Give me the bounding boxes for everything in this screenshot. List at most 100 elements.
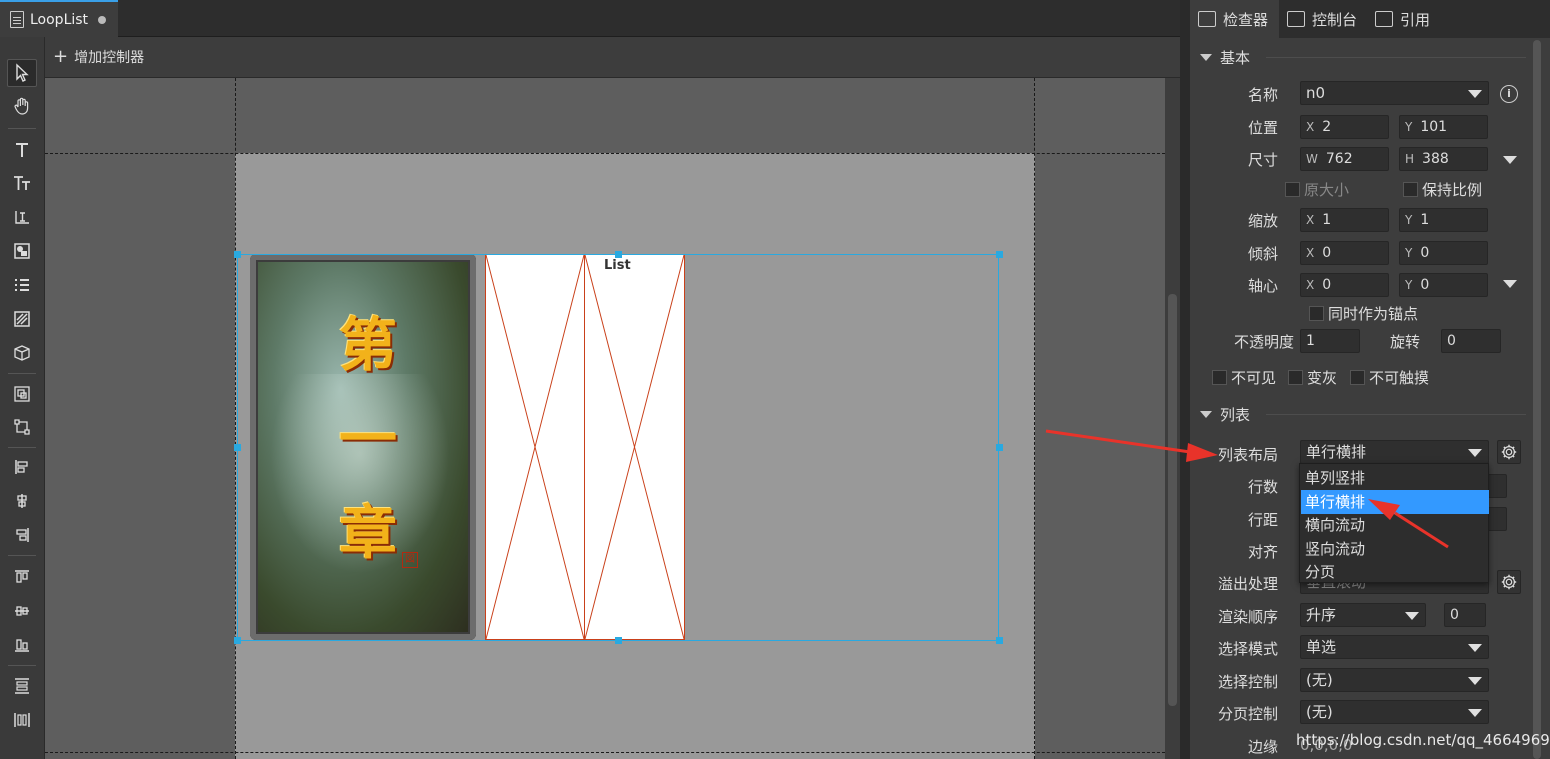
menu-item-single-column[interactable]: 单列竖排 bbox=[1301, 466, 1489, 490]
resize-handle[interactable] bbox=[234, 444, 241, 451]
resize-handle[interactable] bbox=[996, 251, 1003, 258]
tab-console[interactable]: 控制台 bbox=[1279, 0, 1367, 38]
info-icon[interactable]: i bbox=[1500, 85, 1518, 103]
size-options-icon[interactable] bbox=[1503, 156, 1517, 164]
canvas-scrollbar[interactable] bbox=[1165, 78, 1180, 759]
menu-item-single-row[interactable]: 单行横排 bbox=[1301, 490, 1489, 514]
scrollbar-thumb[interactable] bbox=[1168, 294, 1177, 706]
render-order-dropdown[interactable]: 升序 bbox=[1300, 603, 1426, 627]
resize-handle[interactable] bbox=[234, 251, 241, 258]
hand-icon[interactable] bbox=[7, 92, 37, 120]
scale-x-input[interactable]: X1 bbox=[1300, 208, 1389, 232]
scale-x-value: 1 bbox=[1322, 212, 1332, 228]
section-rule bbox=[1266, 414, 1526, 415]
x-prefix: X bbox=[1306, 120, 1315, 134]
image-icon[interactable] bbox=[7, 305, 37, 333]
gear-icon bbox=[1501, 574, 1517, 590]
alpha-input[interactable]: 1 bbox=[1300, 329, 1360, 353]
checkbox-label: 变灰 bbox=[1307, 369, 1338, 387]
collapse-triangle-icon bbox=[1200, 411, 1212, 418]
overflow-settings-button[interactable] bbox=[1497, 570, 1521, 594]
menu-item-flow-horizontal[interactable]: 横向流动 bbox=[1301, 513, 1489, 537]
list-icon[interactable] bbox=[7, 271, 37, 299]
design-canvas[interactable]: 第 一 章 図 List bbox=[45, 78, 1165, 759]
size-h-input[interactable]: H 388 bbox=[1399, 147, 1488, 171]
distribute-h-icon[interactable] bbox=[7, 706, 37, 734]
inspector-scrollbar[interactable] bbox=[1531, 40, 1543, 759]
distribute-v-icon[interactable] bbox=[7, 672, 37, 700]
name-dropdown[interactable]: n0 bbox=[1300, 81, 1489, 105]
checkbox-box bbox=[1403, 182, 1418, 197]
keep-ratio-checkbox[interactable]: 保持比例 bbox=[1403, 179, 1482, 200]
tab-inspector[interactable]: 检查器 bbox=[1190, 0, 1279, 38]
menu-item-flow-vertical[interactable]: 竖向流动 bbox=[1301, 537, 1489, 561]
chevron-down-icon bbox=[1468, 644, 1482, 652]
page-ctrl-value: (无) bbox=[1306, 703, 1333, 721]
checkbox-label: 原大小 bbox=[1304, 181, 1350, 199]
skew-x-input[interactable]: X0 bbox=[1300, 241, 1389, 265]
checkbox-label: 不可见 bbox=[1231, 369, 1277, 387]
resize-handle[interactable] bbox=[615, 251, 622, 258]
section-title: 基本 bbox=[1220, 49, 1251, 67]
scale-y-input[interactable]: Y1 bbox=[1399, 208, 1488, 232]
list-layout-dropdown[interactable]: 单行横排 bbox=[1300, 440, 1489, 464]
add-controller-button[interactable]: + 增加控制器 bbox=[45, 37, 1180, 78]
position-x-input[interactable]: X2 bbox=[1300, 115, 1389, 139]
pivot-options-icon[interactable] bbox=[1503, 280, 1517, 288]
menu-item-pagination[interactable]: 分页 bbox=[1301, 560, 1489, 584]
resize-handle[interactable] bbox=[615, 637, 622, 644]
rotation-label: 旋转 bbox=[1389, 333, 1420, 351]
left-toolbar bbox=[0, 37, 45, 759]
resize-handle[interactable] bbox=[996, 637, 1003, 644]
align-top-icon[interactable] bbox=[7, 563, 37, 591]
as-anchor-checkbox[interactable]: 同时作为锚点 bbox=[1309, 303, 1418, 324]
checkbox-label: 保持比例 bbox=[1422, 181, 1483, 199]
align-right-icon[interactable] bbox=[7, 521, 37, 549]
section-basic[interactable]: 基本 bbox=[1200, 47, 1530, 68]
input-text-icon[interactable] bbox=[7, 203, 37, 231]
toolbar-divider bbox=[8, 447, 36, 448]
rotation-input[interactable]: 0 bbox=[1441, 329, 1501, 353]
tab-reference[interactable]: 引用 bbox=[1367, 0, 1442, 38]
transform-icon[interactable] bbox=[7, 413, 37, 441]
3d-icon[interactable] bbox=[7, 339, 37, 367]
grayed-checkbox[interactable]: 变灰 bbox=[1288, 367, 1337, 388]
resize-handle[interactable] bbox=[996, 444, 1003, 451]
document-tab-title: LoopList bbox=[30, 11, 89, 28]
section-list[interactable]: 列表 bbox=[1200, 404, 1530, 425]
page-ctrl-dropdown[interactable]: (无) bbox=[1300, 700, 1489, 724]
original-size-checkbox[interactable]: 原大小 bbox=[1285, 179, 1349, 200]
chevron-down-icon bbox=[1468, 449, 1482, 457]
align-left-icon[interactable] bbox=[7, 453, 37, 481]
text-icon[interactable] bbox=[7, 136, 37, 164]
rich-text-icon[interactable] bbox=[7, 169, 37, 197]
render-order-index-input[interactable]: 0 bbox=[1444, 603, 1486, 627]
y-prefix: Y bbox=[1405, 213, 1413, 227]
align-bottom-icon[interactable] bbox=[7, 631, 37, 659]
document-tab[interactable]: LoopList bbox=[0, 0, 118, 37]
align-center-icon[interactable] bbox=[7, 487, 37, 515]
pivot-x-input[interactable]: X0 bbox=[1300, 273, 1389, 297]
group-icon[interactable] bbox=[7, 380, 37, 408]
panel-splitter[interactable] bbox=[1180, 0, 1190, 759]
select-mode-value: 单选 bbox=[1306, 638, 1337, 656]
name-value: n0 bbox=[1306, 84, 1326, 102]
resize-handle[interactable] bbox=[234, 637, 241, 644]
skew-y-input[interactable]: Y0 bbox=[1399, 241, 1488, 265]
inspector-panel: 检查器 控制台 引用 基本 名称 n0 i 位置 X2 Y 101 尺寸 W 762… bbox=[1190, 0, 1550, 759]
untouchable-checkbox[interactable]: 不可触摸 bbox=[1350, 367, 1429, 388]
pivot-y-input[interactable]: Y0 bbox=[1399, 273, 1488, 297]
pointer-icon[interactable] bbox=[7, 59, 37, 87]
watermark-text: https://blog.csdn.net/qq_46649692 bbox=[1296, 731, 1550, 749]
select-mode-label: 选择模式 bbox=[1217, 640, 1278, 658]
select-mode-dropdown[interactable]: 单选 bbox=[1300, 635, 1489, 659]
scrollbar-thumb[interactable] bbox=[1533, 40, 1541, 759]
size-w-input[interactable]: W 762 bbox=[1300, 147, 1389, 171]
position-y-input[interactable]: Y 101 bbox=[1399, 115, 1488, 139]
loader-icon[interactable] bbox=[7, 237, 37, 265]
list-selection-box[interactable] bbox=[237, 254, 999, 641]
invisible-checkbox[interactable]: 不可见 bbox=[1212, 367, 1276, 388]
select-ctrl-dropdown[interactable]: (无) bbox=[1300, 668, 1489, 692]
align-middle-icon[interactable] bbox=[7, 597, 37, 625]
layout-settings-button[interactable] bbox=[1497, 440, 1521, 464]
